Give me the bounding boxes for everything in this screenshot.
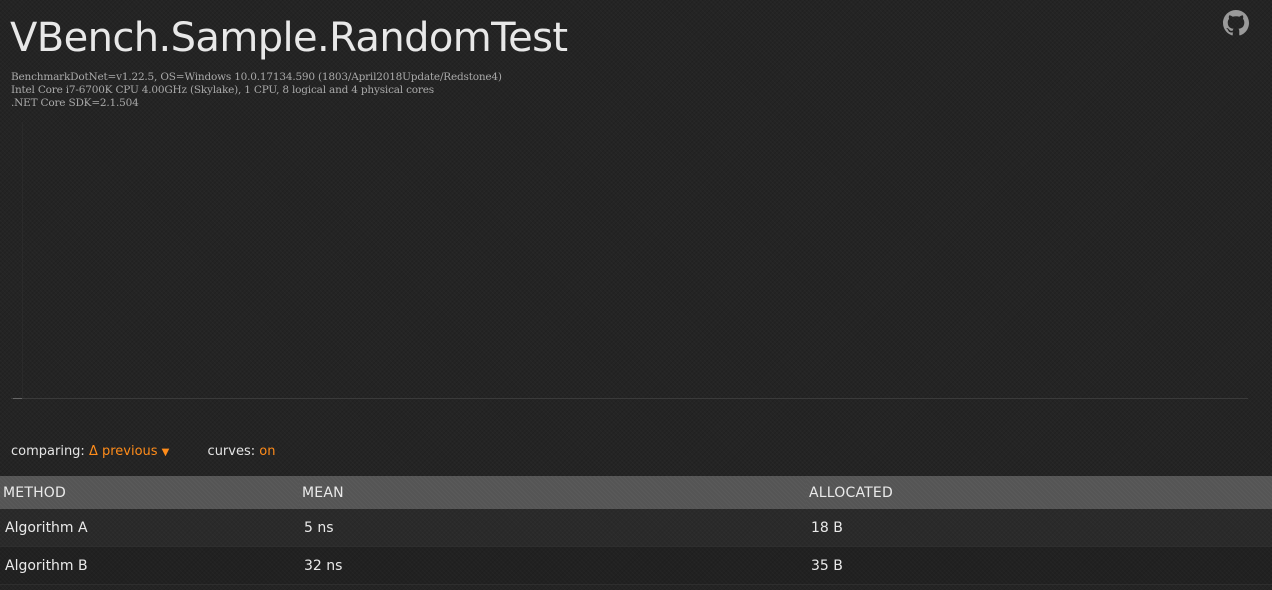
chart-axis-tick: [13, 398, 22, 399]
table-header-row: METHOD MEAN ALLOCATED: [0, 476, 1272, 509]
github-icon[interactable]: [1223, 10, 1249, 36]
table-row: Algorithm B 32 ns 35 B: [0, 546, 1272, 585]
cell-mean: 5 ns: [299, 509, 806, 547]
table-row: Algorithm A 5 ns 18 B: [0, 509, 1272, 547]
column-header-allocated[interactable]: ALLOCATED: [806, 476, 1272, 509]
comparing-value[interactable]: Δ previous: [89, 444, 158, 459]
cell-allocated: 18 B: [806, 509, 1272, 547]
results-table: METHOD MEAN ALLOCATED Algorithm A 5 ns 1…: [0, 476, 1272, 585]
curves-label: curves:: [207, 444, 256, 459]
column-header-method[interactable]: METHOD: [0, 476, 299, 509]
sysinfo-sdk-line: .NET Core SDK=2.1.504: [11, 97, 139, 109]
chart-y-axis: [22, 122, 23, 399]
sysinfo-cpu-line: Intel Core i7-6700K CPU 4.00GHz (Skylake…: [11, 84, 434, 96]
cell-allocated: 35 B: [806, 546, 1272, 585]
curves-toggle[interactable]: on: [259, 444, 275, 459]
sysinfo-benchmark-line: BenchmarkDotNet=v1.22.5, OS=Windows 10.0…: [11, 71, 502, 83]
github-logo-svg: [1223, 10, 1249, 36]
comparing-label: comparing:: [11, 444, 85, 459]
chart-x-axis: [11, 398, 1248, 399]
chart-area: [11, 122, 1248, 399]
column-header-mean[interactable]: MEAN: [299, 476, 806, 509]
cell-method: Algorithm B: [0, 546, 299, 585]
system-info: BenchmarkDotNet=v1.22.5, OS=Windows 10.0…: [11, 71, 502, 110]
cell-mean: 32 ns: [299, 546, 806, 585]
cell-method: Algorithm A: [0, 509, 299, 547]
controls-bar: comparing: Δ previous ▼ curves: on: [11, 443, 275, 462]
page-title: VBench.Sample.RandomTest: [10, 15, 568, 61]
chevron-down-icon[interactable]: ▼: [162, 447, 170, 458]
comparing-dropdown[interactable]: Δ previous ▼: [89, 444, 173, 459]
